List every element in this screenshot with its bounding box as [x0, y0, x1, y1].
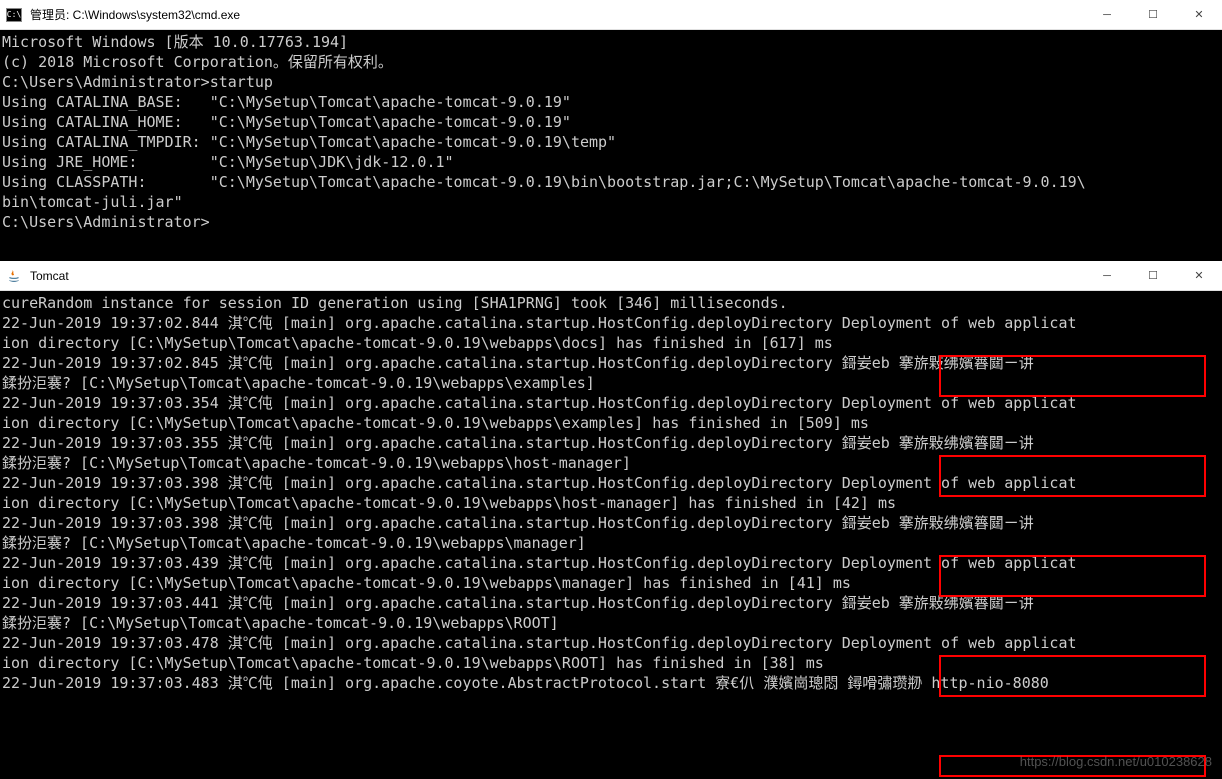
- terminal-line: Microsoft Windows [版本 10.0.17763.194]: [2, 32, 1220, 52]
- tomcat-window: Tomcat ─ ☐ ✕ cureRandom instance for ses…: [0, 261, 1222, 695]
- terminal-line: Using JRE_HOME: "C:\MySetup\JDK\jdk-12.0…: [2, 152, 1220, 172]
- minimize-button[interactable]: ─: [1084, 261, 1130, 290]
- terminal-line: ion directory [C:\MySetup\Tomcat\apache-…: [2, 493, 1220, 513]
- tomcat-titlebar[interactable]: Tomcat ─ ☐ ✕: [0, 261, 1222, 291]
- tomcat-terminal-content[interactable]: cureRandom instance for session ID gener…: [0, 291, 1222, 695]
- terminal-line: 22-Jun-2019 19:37:03.478 淇℃伅 [main] org.…: [2, 633, 1220, 653]
- terminal-line: 鍒扮洰褰? [C:\MySetup\Tomcat\apache-tomcat-9…: [2, 613, 1220, 633]
- terminal-line: 22-Jun-2019 19:37:03.398 淇℃伅 [main] org.…: [2, 473, 1220, 493]
- cmd-window: C:\ 管理员: C:\Windows\system32\cmd.exe ─ ☐…: [0, 0, 1222, 234]
- cmd-icon: C:\: [6, 7, 22, 23]
- tomcat-title: Tomcat: [30, 269, 1084, 283]
- terminal-line: 22-Jun-2019 19:37:03.439 淇℃伅 [main] org.…: [2, 553, 1220, 573]
- terminal-line: cureRandom instance for session ID gener…: [2, 293, 1220, 313]
- terminal-line: bin\tomcat-juli.jar": [2, 192, 1220, 212]
- terminal-line: 22-Jun-2019 19:37:03.483 淇℃伅 [main] org.…: [2, 673, 1220, 693]
- terminal-line: 22-Jun-2019 19:37:03.354 淇℃伅 [main] org.…: [2, 393, 1220, 413]
- terminal-line: C:\Users\Administrator>: [2, 212, 1220, 232]
- terminal-line: ion directory [C:\MySetup\Tomcat\apache-…: [2, 333, 1220, 353]
- terminal-line: ion directory [C:\MySetup\Tomcat\apache-…: [2, 653, 1220, 673]
- terminal-line: ion directory [C:\MySetup\Tomcat\apache-…: [2, 573, 1220, 593]
- terminal-line: Using CLASSPATH: "C:\MySetup\Tomcat\apac…: [2, 172, 1220, 192]
- watermark: https://blog.csdn.net/u010238628: [1020, 754, 1212, 769]
- terminal-line: 22-Jun-2019 19:37:02.844 淇℃伅 [main] org.…: [2, 313, 1220, 333]
- terminal-line: 鍒扮洰褰? [C:\MySetup\Tomcat\apache-tomcat-9…: [2, 533, 1220, 553]
- cmd-titlebar[interactable]: C:\ 管理员: C:\Windows\system32\cmd.exe ─ ☐…: [0, 0, 1222, 30]
- cmd-terminal-content[interactable]: Microsoft Windows [版本 10.0.17763.194](c)…: [0, 30, 1222, 234]
- terminal-line: ion directory [C:\MySetup\Tomcat\apache-…: [2, 413, 1220, 433]
- cmd-title: 管理员: C:\Windows\system32\cmd.exe: [30, 6, 1084, 23]
- terminal-line: 22-Jun-2019 19:37:03.441 淇℃伅 [main] org.…: [2, 593, 1220, 613]
- terminal-line: 22-Jun-2019 19:37:02.845 淇℃伅 [main] org.…: [2, 353, 1220, 373]
- terminal-line: Using CATALINA_HOME: "C:\MySetup\Tomcat\…: [2, 112, 1220, 132]
- terminal-line: 22-Jun-2019 19:37:03.355 淇℃伅 [main] org.…: [2, 433, 1220, 453]
- close-button[interactable]: ✕: [1176, 0, 1222, 29]
- terminal-line: 22-Jun-2019 19:37:03.398 淇℃伅 [main] org.…: [2, 513, 1220, 533]
- terminal-line: C:\Users\Administrator>startup: [2, 72, 1220, 92]
- maximize-button[interactable]: ☐: [1130, 261, 1176, 290]
- terminal-line: (c) 2018 Microsoft Corporation。保留所有权利。: [2, 52, 1220, 72]
- terminal-line: 鍒扮洰褰? [C:\MySetup\Tomcat\apache-tomcat-9…: [2, 453, 1220, 473]
- java-icon: [6, 268, 22, 284]
- minimize-button[interactable]: ─: [1084, 0, 1130, 29]
- maximize-button[interactable]: ☐: [1130, 0, 1176, 29]
- terminal-line: Using CATALINA_TMPDIR: "C:\MySetup\Tomca…: [2, 132, 1220, 152]
- terminal-line: 鍒扮洰褰? [C:\MySetup\Tomcat\apache-tomcat-9…: [2, 373, 1220, 393]
- close-button[interactable]: ✕: [1176, 261, 1222, 290]
- terminal-line: Using CATALINA_BASE: "C:\MySetup\Tomcat\…: [2, 92, 1220, 112]
